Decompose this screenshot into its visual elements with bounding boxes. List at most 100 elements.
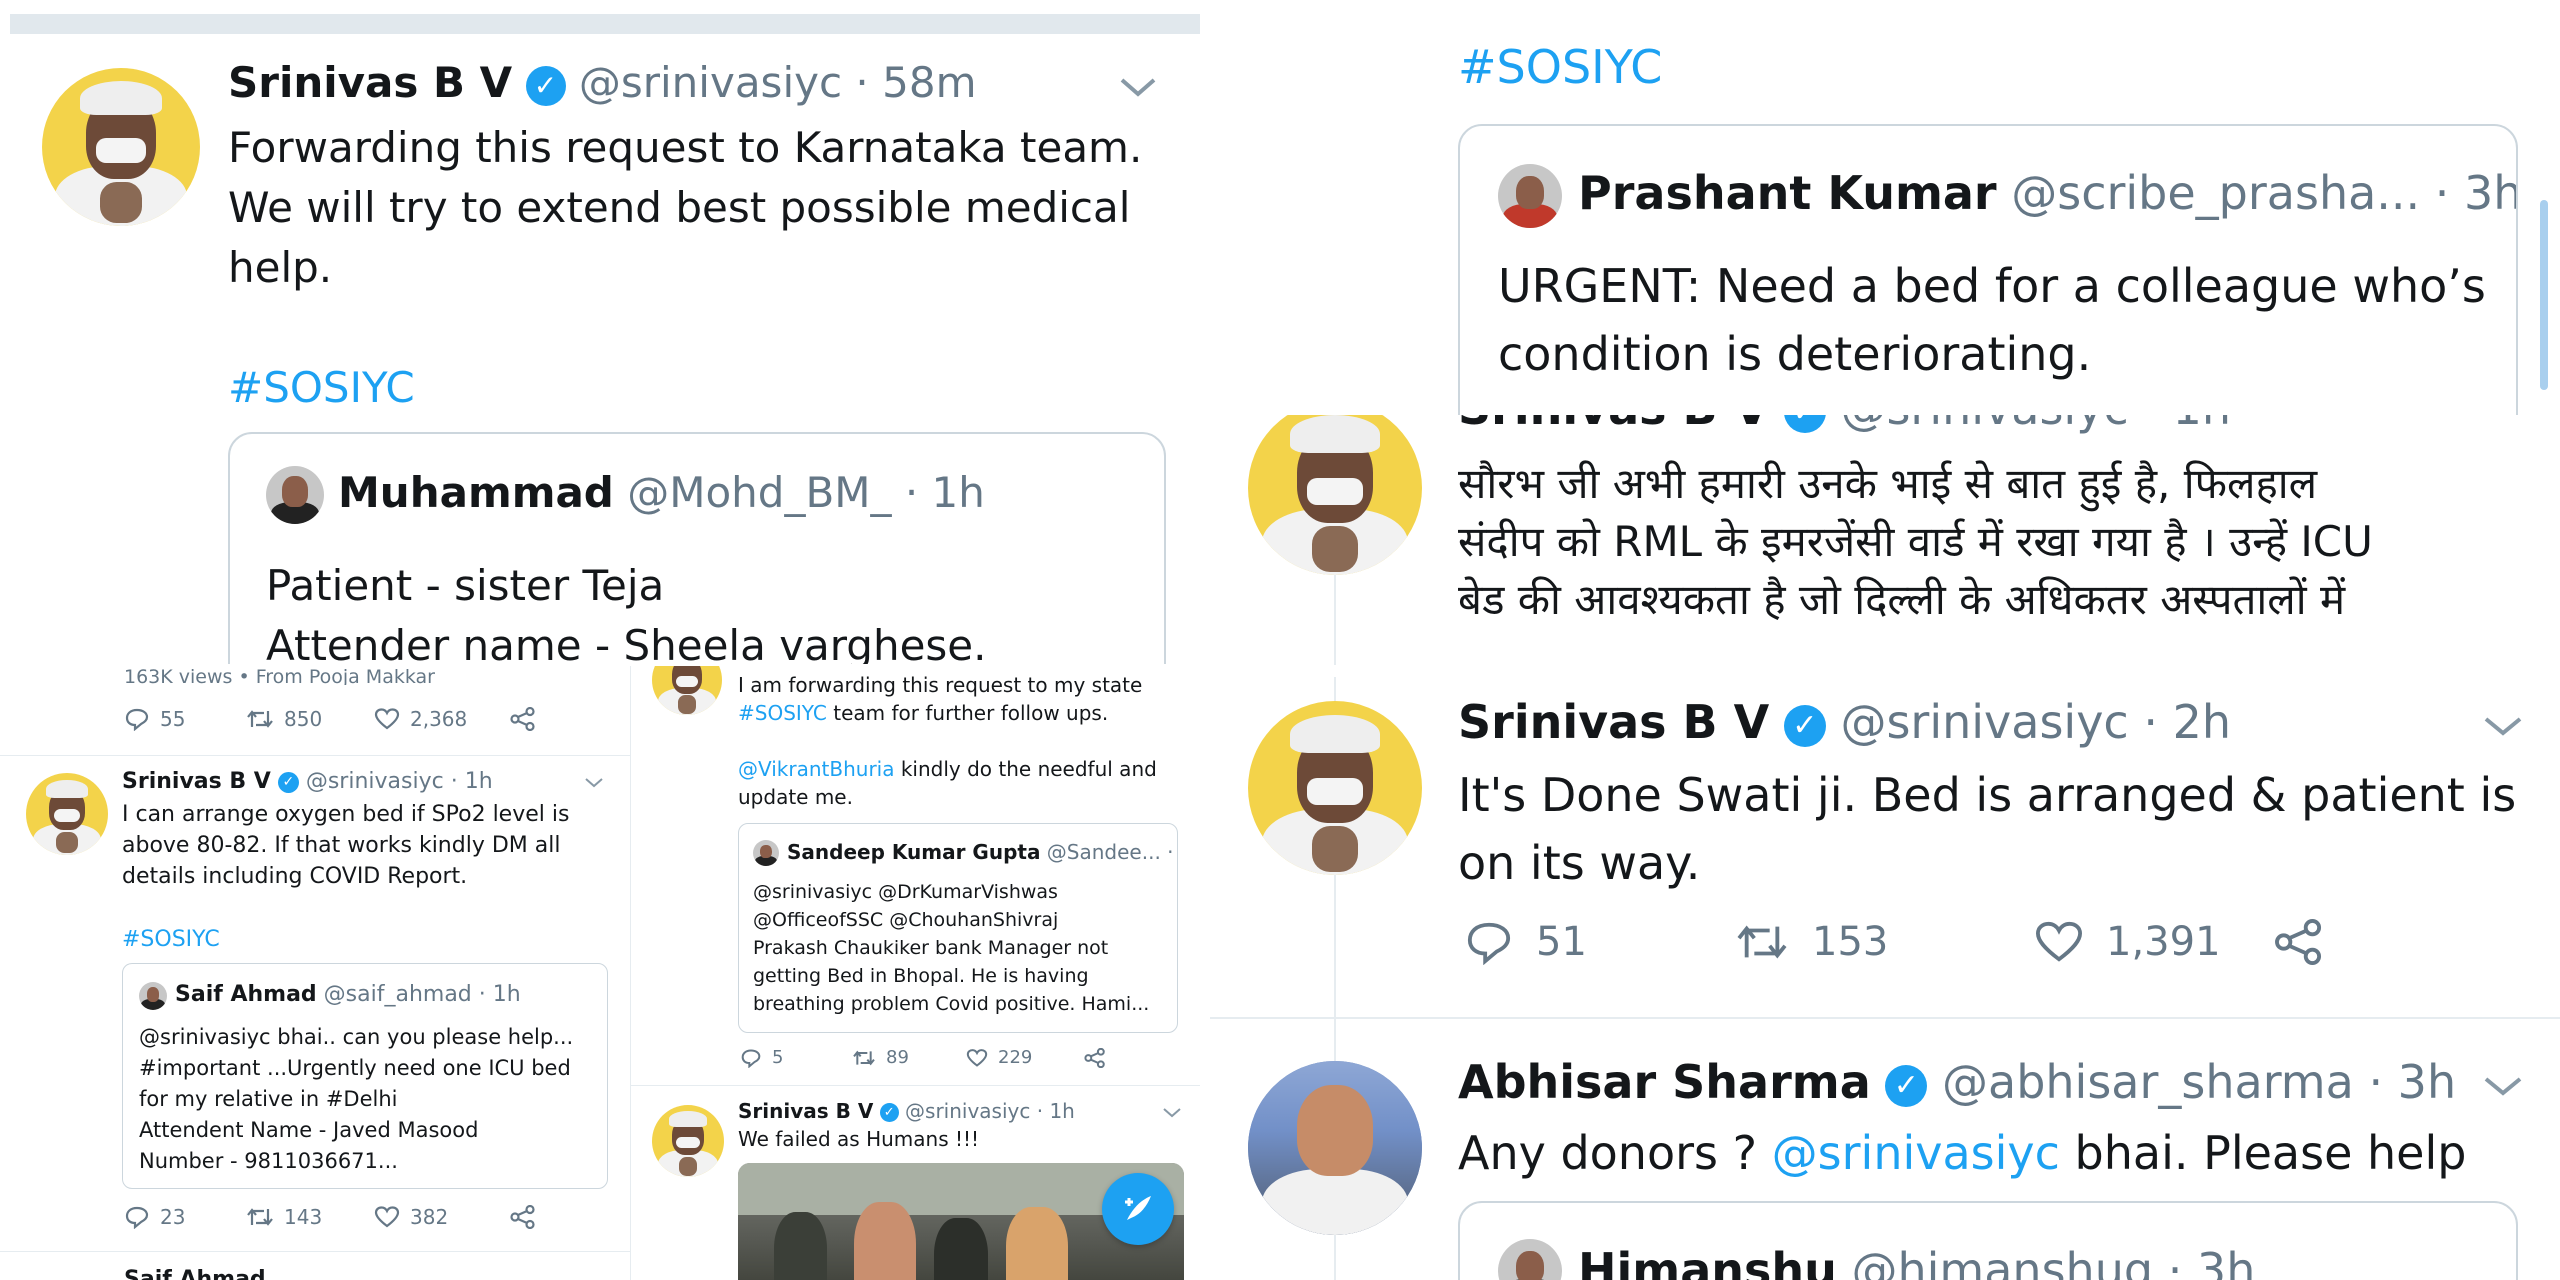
screenshot-panel-top-right: #SOSIYC Prashant Kumar @scribe_prasha...… bbox=[1210, 0, 2560, 415]
compose-tweet-button[interactable] bbox=[1102, 1173, 1174, 1245]
tweet-time[interactable]: · 1h bbox=[2143, 415, 2231, 435]
author-handle[interactable]: @srinivasiyc bbox=[1840, 695, 2128, 749]
like-count: 382 bbox=[410, 1205, 449, 1229]
hashtag-link[interactable]: #SOSIYC bbox=[738, 701, 827, 725]
tweet-text-line: We will try to extend best possible medi… bbox=[228, 183, 1131, 232]
panel-separator bbox=[0, 664, 1200, 666]
reply-action[interactable]: 5 bbox=[740, 1047, 852, 1068]
author-name[interactable]: Abhisar Sharma bbox=[1458, 1055, 1871, 1109]
verified-icon: ✓ bbox=[1783, 704, 1826, 747]
panel-gap bbox=[1210, 665, 2560, 677]
tweet-time[interactable]: · 58m bbox=[855, 58, 976, 107]
mention-link[interactable]: @VikrantBhuria bbox=[738, 757, 894, 781]
avatar[interactable] bbox=[652, 665, 722, 715]
scrollbar-thumb[interactable] bbox=[2540, 200, 2548, 390]
avatar[interactable] bbox=[1248, 415, 1422, 575]
reply-count: 23 bbox=[160, 1205, 186, 1229]
tweet-actions: 23 143 382 bbox=[124, 1205, 536, 1229]
quote-text-line: for my relative in #Delhi bbox=[139, 1087, 398, 1111]
quote-author-name: Saif Ahmad bbox=[175, 982, 317, 1007]
chevron-down-icon[interactable] bbox=[2482, 1075, 2524, 1099]
quoted-tweet[interactable]: Muhammad @Mohd_BM_ · 1h Patient - sister… bbox=[228, 432, 1166, 665]
verified-icon: ✓ bbox=[1783, 415, 1826, 433]
chevron-down-icon[interactable] bbox=[584, 777, 604, 789]
avatar[interactable] bbox=[652, 1105, 724, 1177]
like-count: 2,368 bbox=[410, 707, 468, 731]
avatar[interactable] bbox=[42, 68, 200, 226]
chevron-down-icon[interactable] bbox=[1118, 76, 1158, 100]
author-name[interactable]: Srinivas B V bbox=[228, 58, 512, 107]
author-name[interactable]: Srinivas B V bbox=[738, 1099, 873, 1123]
divider bbox=[1210, 1017, 2560, 1019]
hashtag-link[interactable]: #SOSIYC bbox=[1458, 40, 1662, 94]
share-icon bbox=[1084, 1047, 1105, 1068]
quote-text-line: #important ...Urgently need one ICU bed bbox=[139, 1056, 571, 1080]
like-action[interactable]: 1,391 bbox=[2034, 919, 2274, 965]
tweet-text-line: details including COVID Report. bbox=[122, 864, 468, 889]
heart-icon bbox=[966, 1048, 988, 1067]
retweet-action[interactable]: 153 bbox=[1734, 919, 2034, 965]
like-count: 229 bbox=[998, 1047, 1033, 1068]
share-action[interactable] bbox=[1084, 1047, 1106, 1068]
tweet-text: bhai. Please help bbox=[2059, 1126, 2467, 1180]
retweet-action[interactable]: 143 bbox=[246, 1205, 374, 1229]
mention-link[interactable]: @srinivasiyc bbox=[1772, 1126, 2060, 1180]
quote-time: · 2h bbox=[1167, 840, 1177, 864]
top-scroll-strip bbox=[10, 14, 1200, 34]
author-name[interactable]: Srinivas B V bbox=[122, 769, 271, 794]
quote-author-handle: @himanshug bbox=[1851, 1243, 2154, 1280]
quoted-tweet[interactable]: Sandeep Kumar Gupta @Sandee... · 2h @sri… bbox=[738, 823, 1178, 1033]
verified-icon: ✓ bbox=[879, 1103, 899, 1122]
hashtag-link[interactable]: #SOSIYC bbox=[122, 924, 569, 955]
tweet-body: It's Done Swati ji. Bed is arranged & pa… bbox=[1458, 761, 2516, 897]
retweet-icon bbox=[853, 1050, 875, 1065]
retweet-count: 153 bbox=[1812, 919, 1889, 965]
tweet-text-line: I can arrange oxygen bed if SPo2 level i… bbox=[122, 802, 570, 827]
avatar[interactable] bbox=[26, 773, 108, 855]
chevron-down-icon[interactable] bbox=[1162, 1107, 1182, 1119]
quote-text-line: @OfficeofSSC @ChouhanShivraj bbox=[753, 909, 1059, 931]
author-name[interactable]: Srinivas B V bbox=[1458, 695, 1769, 749]
author-handle[interactable]: @srinivasiyc bbox=[306, 769, 444, 794]
tweet-text: We failed as Humans !!! bbox=[738, 1127, 980, 1151]
quote-time: · 3h bbox=[2167, 1243, 2256, 1280]
quoted-tweet[interactable]: Prashant Kumar @scribe_prasha... · 3h UR… bbox=[1458, 124, 2518, 415]
tweet-time[interactable]: · 2h bbox=[2143, 695, 2231, 749]
author-handle[interactable]: @srinivasiyc bbox=[905, 1099, 1030, 1123]
quote-text-line: Patient - sister Teja bbox=[266, 561, 665, 610]
like-action[interactable]: 382 bbox=[374, 1205, 510, 1229]
reply-action[interactable]: 23 bbox=[124, 1205, 246, 1229]
tweet-text-line: बेड की आवश्यकता है जो दिल्ली के अधिकतर अ… bbox=[1458, 575, 2346, 624]
tweet-time[interactable]: · 3h bbox=[2368, 1055, 2456, 1109]
quoted-tweet[interactable]: Saif Ahmad @saif_ahmad · 1h @srinivasiyc… bbox=[122, 963, 608, 1189]
reply-action[interactable]: 55 bbox=[124, 707, 246, 731]
verified-icon: ✓ bbox=[525, 65, 566, 106]
tweet-header: Srinivas B V ✓ @srinivasiyc · 2h bbox=[1458, 695, 2231, 749]
like-action[interactable]: 229 bbox=[966, 1047, 1084, 1068]
author-handle[interactable]: @srinivasiyc bbox=[1840, 415, 2128, 435]
share-action[interactable] bbox=[510, 1205, 536, 1229]
avatar[interactable] bbox=[1248, 1061, 1422, 1235]
avatar[interactable] bbox=[1248, 701, 1422, 875]
tweet-time[interactable]: · 1h bbox=[1037, 1099, 1075, 1123]
retweet-action[interactable]: 89 bbox=[852, 1047, 966, 1068]
quote-text-line: @srinivasiyc bhai.. can you please help.… bbox=[139, 1025, 574, 1049]
like-action[interactable]: 2,368 bbox=[374, 707, 510, 731]
author-name[interactable]: Srinivas B V bbox=[1458, 415, 1769, 435]
quoted-tweet[interactable]: Himanshu @himanshug · 3h bbox=[1458, 1201, 2518, 1280]
tweet-header: Srinivas B V ✓ @srinivasiyc · 58m bbox=[228, 58, 976, 107]
quote-text-line: @srinivasiyc @DrKumarVishwas bbox=[753, 881, 1058, 903]
author-handle[interactable]: @srinivasiyc bbox=[579, 58, 842, 107]
author-handle[interactable]: @abhisar_sharma bbox=[1942, 1055, 2354, 1109]
like-count: 1,391 bbox=[2106, 919, 2221, 965]
retweet-icon bbox=[247, 710, 273, 728]
chevron-down-icon[interactable] bbox=[2482, 715, 2524, 739]
share-action[interactable] bbox=[510, 707, 536, 731]
share-action[interactable] bbox=[2274, 919, 2324, 965]
reply-action[interactable]: 51 bbox=[1464, 919, 1734, 965]
retweet-action[interactable]: 850 bbox=[246, 707, 374, 731]
hashtag-link[interactable]: #SOSIYC bbox=[228, 358, 1142, 418]
tweet-time[interactable]: · 1h bbox=[451, 769, 493, 794]
divider bbox=[0, 755, 630, 756]
tweet-body: Any donors ? @srinivasiyc bhai. Please h… bbox=[1458, 1119, 2466, 1187]
